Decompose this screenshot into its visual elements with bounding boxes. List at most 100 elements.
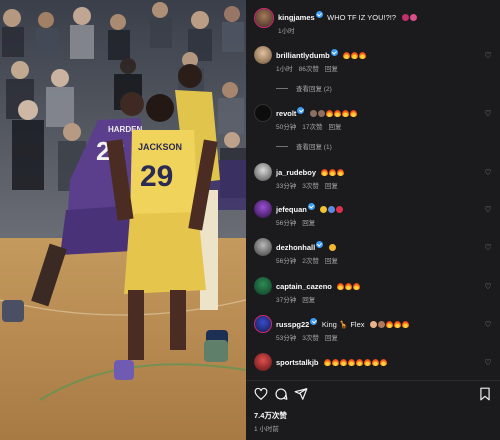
like-heart-icon[interactable]: ♡ xyxy=(484,283,492,291)
commenter-avatar[interactable] xyxy=(254,315,272,333)
fire-emoji-icon xyxy=(321,169,329,176)
fire-emoji-icon xyxy=(325,110,333,117)
commenter-username[interactable]: brilliantlydumb xyxy=(276,51,330,60)
view-replies-link[interactable]: 查看回复 (1) xyxy=(276,141,332,151)
commenter-avatar[interactable] xyxy=(254,46,272,64)
fire-emoji-icon xyxy=(341,110,349,117)
fire-emoji-icon xyxy=(349,110,357,117)
fire-emoji-icon xyxy=(401,321,409,328)
rocket-emoji-icon xyxy=(328,206,336,213)
commenter-avatar[interactable] xyxy=(254,238,272,256)
commenter-avatar[interactable] xyxy=(254,163,272,181)
comment-likes[interactable]: 2次赞 xyxy=(302,258,319,265)
view-replies-link[interactable]: 查看回复 (2) xyxy=(276,83,332,93)
basketball-photo: 23 HARDEN 29 JACKSON xyxy=(0,0,246,440)
comment-time: 1小时 xyxy=(276,66,293,73)
hand-emoji-icon xyxy=(317,110,325,117)
fire-emoji-icon xyxy=(329,169,337,176)
comment-time: 56分钟 xyxy=(276,220,297,227)
share-send-icon[interactable] xyxy=(294,387,308,401)
flex-emoji-icon xyxy=(377,321,385,328)
like-heart-icon[interactable]: ♡ xyxy=(484,359,492,367)
like-heart-icon[interactable]: ♡ xyxy=(484,52,492,60)
fire-emoji-icon xyxy=(385,321,393,328)
commenter-username[interactable]: captain_cazeno xyxy=(276,282,332,291)
bookmark-icon[interactable] xyxy=(478,387,492,401)
verified-badge-icon xyxy=(316,241,324,249)
reply-button[interactable]: 回复 xyxy=(325,258,338,265)
fire-emoji-icon xyxy=(353,283,361,290)
comment-time: 33分钟 xyxy=(276,183,297,190)
like-heart-icon[interactable]: ♡ xyxy=(484,244,492,252)
jersey-front-number: 29 xyxy=(140,160,173,193)
comment-likes[interactable]: 86次赞 xyxy=(299,66,319,73)
commenter-username[interactable]: jefequan xyxy=(276,205,307,214)
reply-button[interactable]: 回复 xyxy=(302,220,315,227)
verified-badge-icon xyxy=(297,107,305,115)
like-heart-icon[interactable]: ♡ xyxy=(484,321,492,329)
fire-emoji-icon xyxy=(393,321,401,328)
comment-likes[interactable]: 17次赞 xyxy=(302,124,322,131)
fire-emoji-icon xyxy=(371,359,379,366)
commenter-username[interactable]: ja_rudeboy xyxy=(276,168,316,177)
fire-emoji-icon xyxy=(347,359,355,366)
reply-button[interactable]: 回复 xyxy=(325,66,338,73)
hands-emoji-icon xyxy=(369,321,377,328)
fire-emoji-icon xyxy=(359,52,367,59)
comment-likes[interactable]: 3次赞 xyxy=(302,183,319,190)
post-time: 1 小时前 xyxy=(254,426,279,433)
like-heart-icon[interactable]: ♡ xyxy=(484,169,492,177)
fire-emoji-icon xyxy=(379,359,387,366)
comments-panel: kingjames WHO TF IZ YOU!?!? 1小时 brillian… xyxy=(246,0,500,440)
author-avatar[interactable] xyxy=(254,8,274,28)
comment-time: 37分钟 xyxy=(276,297,297,304)
author-username[interactable]: kingjames xyxy=(278,13,315,22)
face-emoji-icon xyxy=(409,14,417,21)
jersey-front-name: JACKSON xyxy=(138,142,182,152)
comment-likes[interactable]: 3次赞 xyxy=(302,335,319,342)
verified-badge-icon xyxy=(330,49,338,57)
hundred-emoji-icon xyxy=(336,206,344,213)
commenter-avatar[interactable] xyxy=(254,200,272,218)
like-heart-icon[interactable]: ♡ xyxy=(484,110,492,118)
verified-badge-icon xyxy=(310,318,318,326)
post-caption: kingjames WHO TF IZ YOU!?!? 1小时 xyxy=(246,0,500,44)
fire-emoji-icon xyxy=(323,359,331,366)
commenter-avatar[interactable] xyxy=(254,277,272,295)
commenter-username[interactable]: dezhonhall xyxy=(276,243,315,252)
crown-emoji-icon xyxy=(320,206,328,213)
fire-emoji-icon xyxy=(343,52,351,59)
fire-emoji-icon xyxy=(339,359,347,366)
commenter-avatar[interactable] xyxy=(254,353,272,371)
commenter-username[interactable]: russpg22 xyxy=(276,320,309,329)
crown-emoji-icon xyxy=(401,14,409,21)
reply-button[interactable]: 回复 xyxy=(325,183,338,190)
caption-time: 1小时 xyxy=(278,28,295,35)
fire-emoji-icon xyxy=(345,283,353,290)
fire-emoji-icon xyxy=(333,110,341,117)
reply-button[interactable]: 回复 xyxy=(302,297,315,304)
fire-emoji-icon xyxy=(363,359,371,366)
fire-emoji-icon xyxy=(337,283,345,290)
verified-badge-icon xyxy=(307,203,315,211)
fire-emoji-icon xyxy=(351,52,359,59)
like-heart-icon[interactable]: ♡ xyxy=(484,206,492,214)
fire-emoji-icon xyxy=(331,359,339,366)
comment-time: 56分钟 xyxy=(276,258,297,265)
comment-text: King 🦒 Flex xyxy=(321,320,365,329)
commenter-username[interactable]: revolt xyxy=(276,109,296,118)
grin-emoji-icon xyxy=(328,244,336,251)
hand-emoji-icon xyxy=(309,110,317,117)
post-media[interactable]: 23 HARDEN 29 JACKSON xyxy=(0,0,246,440)
likes-count[interactable]: 7.4万次赞 xyxy=(254,410,287,421)
commenter-avatar[interactable] xyxy=(254,104,272,122)
comment-bubble-icon[interactable] xyxy=(274,387,288,401)
caption-text: WHO TF IZ YOU!?!? xyxy=(327,13,397,22)
fire-emoji-icon xyxy=(337,169,345,176)
like-heart-icon[interactable] xyxy=(254,387,268,401)
commenter-username[interactable]: sportstalkjb xyxy=(276,358,319,367)
reply-button[interactable]: 回复 xyxy=(328,124,341,131)
comment-time: 53分钟 xyxy=(276,335,297,342)
comment-time: 50分钟 xyxy=(276,124,297,131)
reply-button[interactable]: 回复 xyxy=(325,335,338,342)
